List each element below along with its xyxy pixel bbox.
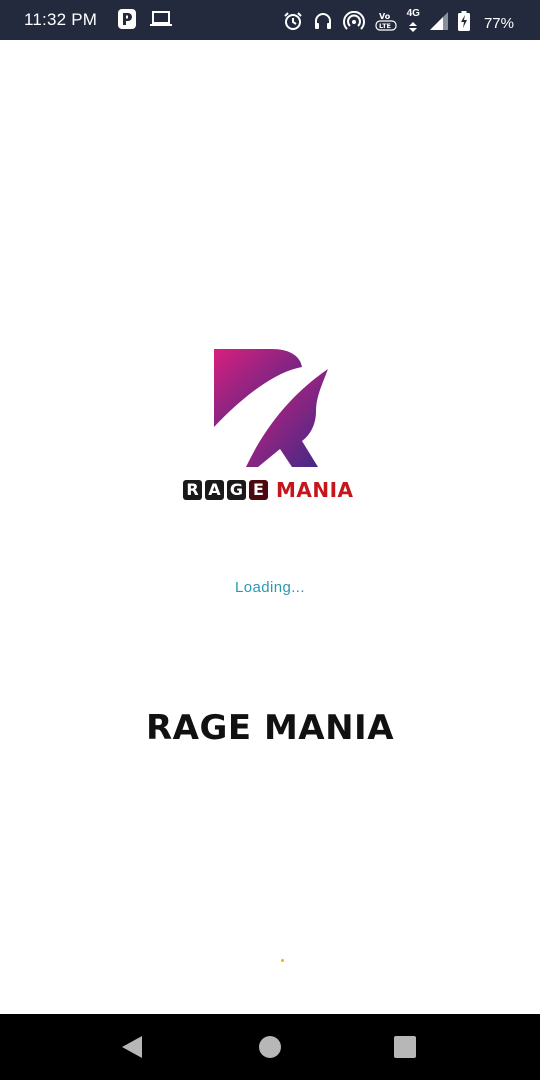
logo-letter-e: E (249, 480, 268, 500)
status-bar: 11:32 PM Vo LTE 4G 77% (0, 0, 540, 40)
svg-text:Vo: Vo (379, 12, 391, 21)
recents-icon[interactable] (392, 1034, 418, 1060)
logo-letter-r: R (183, 480, 202, 500)
logo-r-mark (214, 349, 328, 467)
logo-wordmark: R A G E MANIA (183, 478, 354, 502)
logo-letter-a: A (205, 480, 224, 500)
progress-dot (281, 959, 284, 962)
data-arrows-icon (409, 19, 418, 37)
headset-icon (313, 11, 333, 36)
signal-icon (429, 11, 448, 35)
network-type-label: 4G (406, 8, 420, 19)
battery-percent: 77% (483, 14, 514, 32)
status-time: 11:32 PM (24, 10, 98, 29)
hotspot-icon (342, 10, 365, 36)
alarm-icon (283, 11, 303, 36)
svg-text:LTE: LTE (379, 22, 391, 30)
home-icon[interactable] (257, 1034, 283, 1060)
laptop-icon (150, 10, 172, 33)
app-logo: R A G E MANIA (180, 345, 365, 505)
splash-screen: R A G E MANIA Loading... RAGE MANIA (0, 40, 540, 1014)
loading-text: Loading... (235, 579, 305, 596)
app-title: RAGE MANIA (145, 708, 395, 748)
navigation-bar (0, 1014, 540, 1080)
logo-letter-g: G (227, 480, 246, 500)
logo-word-mania: MANIA (276, 478, 354, 502)
p-app-icon (118, 9, 136, 34)
battery-charging-icon (457, 10, 470, 36)
volte-icon: Vo LTE (375, 10, 397, 37)
back-icon[interactable] (120, 1034, 146, 1060)
